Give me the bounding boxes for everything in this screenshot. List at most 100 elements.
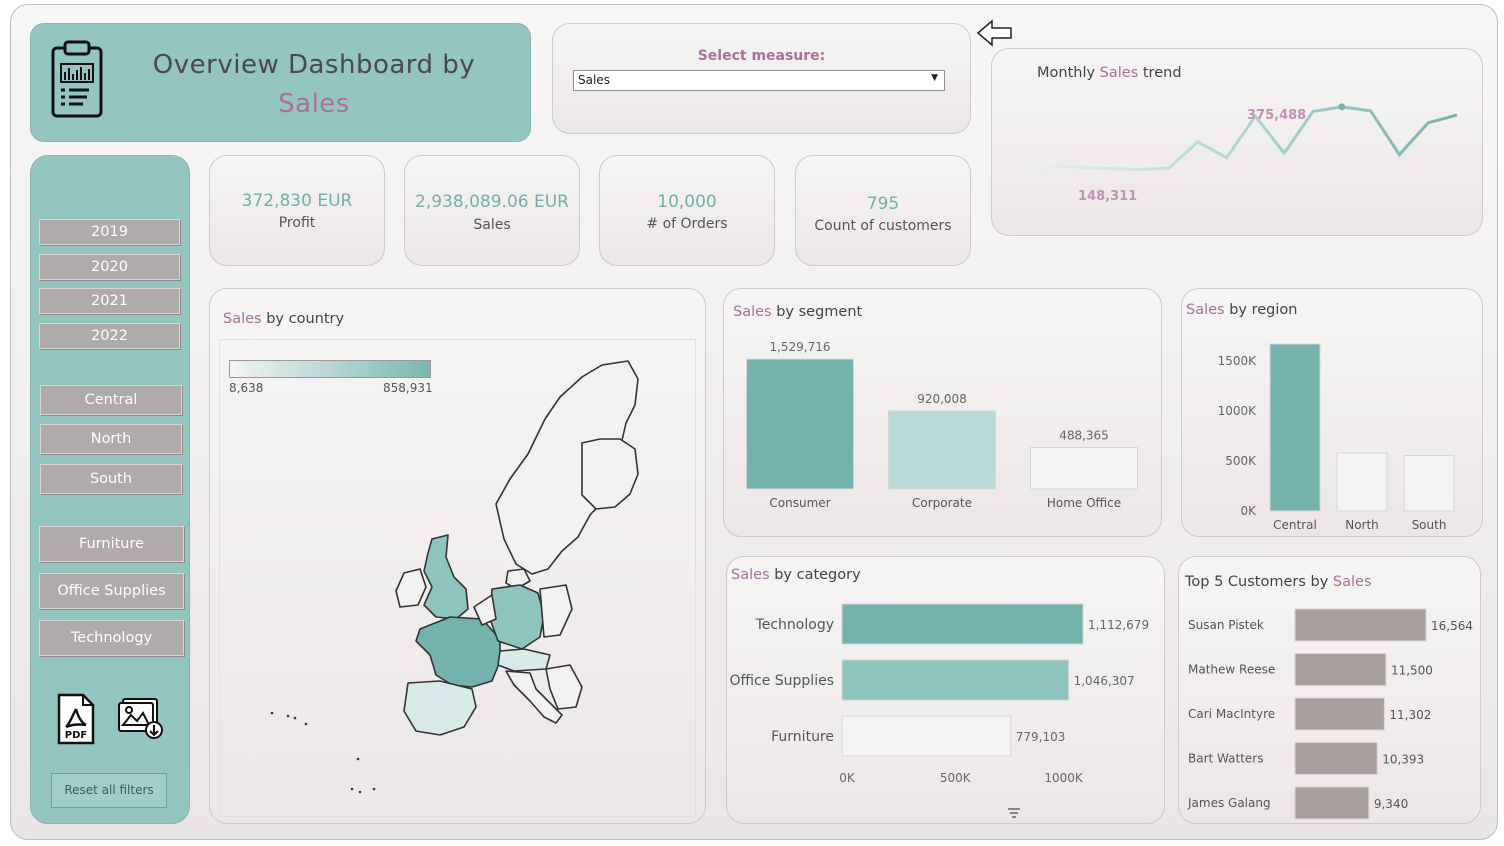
kpi-customers-value: 795: [866, 194, 900, 214]
map-country-france: [415, 616, 501, 688]
kpi-sales-label: Sales: [473, 217, 511, 233]
filter-2022-button[interactable]: 2022: [39, 323, 180, 349]
region-bar-central[interactable]: [1269, 343, 1321, 512]
filter-north-button[interactable]: North: [40, 424, 182, 454]
filter-furniture-button[interactable]: Furniture: [39, 526, 184, 562]
dashboard-header: Overview Dashboard by Sales: [30, 23, 531, 142]
europe-map[interactable]: [210, 289, 707, 825]
customer-bar-bart-watters[interactable]: [1294, 742, 1378, 775]
filter-2020-button[interactable]: 2020: [39, 254, 180, 280]
filter-technology-button[interactable]: Technology: [39, 620, 184, 656]
map-country-ireland: [395, 568, 427, 608]
map-country-iberia: [403, 680, 477, 736]
reset-filters-button[interactable]: Reset all filters: [51, 773, 167, 808]
title-text: Overview Dashboard by: [152, 50, 476, 80]
category-bar-office-supplies[interactable]: [841, 659, 1070, 701]
top-customers-chart[interactable]: Susan Pistek 16,564 Mathew Reese 11,500 Cari…: [1179, 557, 1482, 825]
title-measure: Sales: [278, 89, 350, 119]
measure-value: Sales: [578, 73, 610, 87]
customer-name-label: Cari MacIntyre: [1188, 707, 1275, 721]
region-category-label: North: [1345, 518, 1379, 532]
customer-name-label: James Galang: [1187, 796, 1271, 810]
filter-central-button[interactable]: Central: [40, 385, 182, 415]
pdf-export-icon[interactable]: PDF: [57, 693, 95, 745]
segment-category-label: Consumer: [769, 496, 830, 510]
page-title: Overview Dashboard by Sales: [131, 46, 497, 124]
category-x-tick: 1000K: [1044, 771, 1084, 785]
customer-value-label: 16,564: [1431, 619, 1473, 633]
region-y-tick: 500K: [1225, 454, 1257, 468]
segment-bar-corporate[interactable]: [888, 410, 996, 490]
chevron-down-icon[interactable]: ▼: [931, 73, 938, 83]
clipboard-report-icon: [51, 40, 103, 118]
kpi-customers-label: Count of customers: [814, 218, 952, 234]
region-category-label: South: [1412, 518, 1447, 532]
trend-min-label: 148,311: [1078, 189, 1137, 204]
monthly-trend-card: Monthly Sales trend 375,488 148,311: [991, 48, 1483, 236]
region-chart[interactable]: 1500K 1000K 500K 0K Central North South: [1182, 289, 1484, 538]
filter-2021-button[interactable]: 2021: [39, 288, 180, 314]
kpi-sales-card: 2,938,089.06 EUR Sales: [404, 155, 580, 266]
segment-category-label: Corporate: [912, 496, 972, 510]
map-country-uk: [423, 534, 469, 620]
kpi-orders-label: # of Orders: [646, 216, 728, 232]
filter-office-supplies-button[interactable]: Office Supplies: [39, 573, 184, 609]
customer-bar-james-galang[interactable]: [1294, 786, 1370, 820]
filter-sidebar: PDF Reset all filters 2019 2020 2021 2022 Ce…: [30, 155, 190, 824]
category-x-tick: 500K: [940, 771, 972, 785]
top-customers-card: Top 5 Customers by Sales Susan Pistek 16,…: [1178, 556, 1481, 824]
kpi-profit-value: 372,830 EUR: [241, 191, 353, 211]
pdf-icon-text: PDF: [65, 730, 87, 741]
region-title: Sales by region: [1186, 302, 1298, 318]
kpi-profit-card: 372,830 EUR Profit: [209, 155, 385, 266]
region-bar-north[interactable]: [1336, 452, 1388, 512]
sales-by-category-card: Sales by category Technology 1,112,679 Off…: [726, 556, 1165, 824]
segment-bar-consumer[interactable]: [746, 358, 854, 490]
trend-max-point: [1338, 103, 1346, 111]
region-y-tick: 0K: [1240, 504, 1257, 518]
map-country-central: [539, 584, 573, 638]
measure-label: Select measure:: [697, 48, 826, 64]
trend-max-label: 375,488: [1247, 108, 1306, 123]
trend-chart: 375,488 148,311: [1024, 103, 1458, 204]
filter-south-button[interactable]: South: [40, 464, 182, 494]
customer-bar-cari-macintyre[interactable]: [1294, 697, 1385, 731]
customer-name-label: Bart Watters: [1188, 752, 1263, 766]
back-arrow-icon[interactable]: [976, 18, 1014, 48]
customer-value-label: 11,302: [1389, 708, 1431, 722]
kpi-orders-card: 10,000 # of Orders: [599, 155, 775, 266]
segment-category-label: Home Office: [1047, 496, 1121, 510]
category-label: Office Supplies: [729, 673, 834, 689]
kpi-sales-value: 2,938,089.06 EUR: [415, 192, 569, 212]
category-chart[interactable]: Technology 1,112,679 Office Supplies 1,046,…: [727, 557, 1166, 825]
category-label: Technology: [755, 617, 834, 633]
customer-bar-susan-pistek[interactable]: [1294, 608, 1427, 642]
kpi-orders-value: 10,000: [657, 192, 717, 212]
trend-line: [1024, 105, 1458, 176]
category-title: Sales by category: [731, 567, 861, 583]
segment-bar-home-office[interactable]: [1030, 446, 1138, 490]
category-value-label: 1,112,679: [1088, 618, 1149, 632]
measure-selector-panel: Select measure: Sales ▼: [552, 23, 971, 134]
image-export-icon[interactable]: [117, 697, 165, 741]
map-country-germany: [489, 584, 545, 650]
customer-name-label: Susan Pistek: [1188, 618, 1264, 632]
region-bar-south[interactable]: [1403, 455, 1455, 512]
filter-2019-button[interactable]: 2019: [39, 219, 180, 245]
sales-by-country-card: Sales by country 8,638 858,931: [209, 288, 706, 824]
segment-value-label: 920,008: [917, 392, 967, 406]
measure-dropdown[interactable]: Sales ▼: [573, 70, 945, 91]
category-label: Furniture: [771, 729, 834, 745]
category-value-label: 779,103: [1016, 730, 1066, 744]
customer-bar-mathew-reese[interactable]: [1294, 653, 1387, 686]
kpi-customers-card: 795 Count of customers: [795, 155, 971, 266]
region-y-tick: 1500K: [1218, 354, 1258, 368]
category-bar-furniture[interactable]: [841, 715, 1012, 757]
sort-icon[interactable]: [1007, 807, 1021, 819]
category-bar-technology[interactable]: [841, 603, 1084, 645]
segment-chart[interactable]: 1,529,716 Consumer 920,008 Corporate 488,365…: [724, 289, 1163, 538]
customer-value-label: 11,500: [1391, 664, 1433, 678]
customer-value-label: 10,393: [1382, 753, 1424, 767]
map-country-finland: [581, 438, 639, 510]
segment-value-label: 488,365: [1059, 428, 1109, 442]
